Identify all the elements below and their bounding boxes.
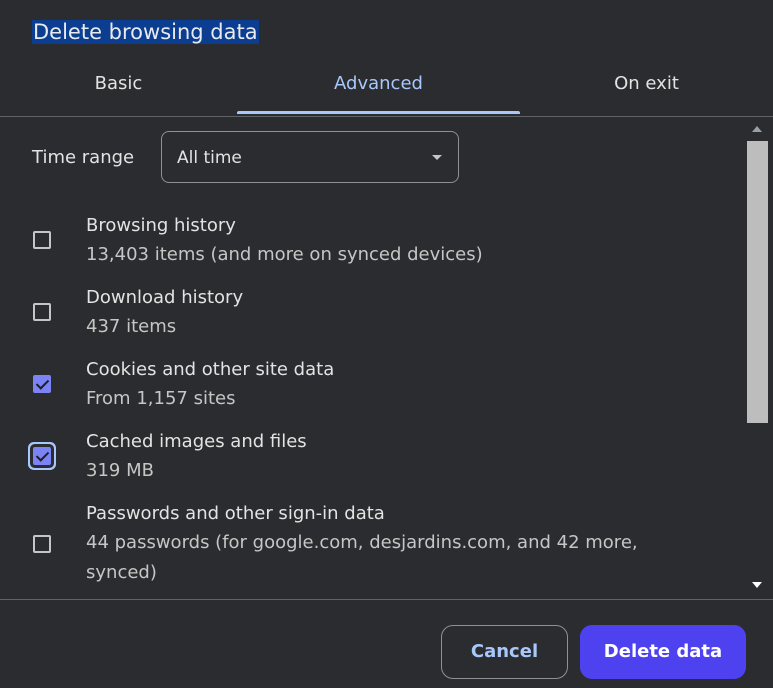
option-title: Cached images and files bbox=[86, 431, 307, 452]
time-range-value: All time bbox=[177, 148, 242, 168]
checkbox-cookies[interactable] bbox=[33, 375, 51, 393]
checkbox-passwords[interactable] bbox=[33, 535, 51, 553]
delete-data-button[interactable]: Delete data bbox=[580, 625, 746, 679]
option-title: Passwords and other sign-in data bbox=[86, 503, 385, 524]
options-panel: Time range All time Browsing history 13,… bbox=[0, 117, 773, 599]
delete-browsing-data-dialog: Delete browsing data Basic Advanced On e… bbox=[0, 0, 773, 687]
tab-on-exit[interactable]: On exit bbox=[520, 62, 773, 115]
option-cookies[interactable]: Cookies and other site data From 1,157 s… bbox=[0, 354, 740, 416]
option-title: Download history bbox=[86, 287, 244, 308]
option-subtitle: 437 items bbox=[86, 316, 177, 337]
option-title: Cookies and other site data bbox=[86, 359, 335, 380]
checkbox-browsing-history[interactable] bbox=[33, 231, 51, 249]
option-passwords[interactable]: Passwords and other sign-in data 44 pass… bbox=[0, 498, 740, 590]
active-tab-indicator bbox=[237, 111, 520, 114]
option-cached-images[interactable]: Cached images and files 319 MB bbox=[0, 426, 740, 488]
tab-bar: Basic Advanced On exit bbox=[0, 62, 773, 117]
dialog-footer: Cancel Delete data bbox=[0, 599, 773, 688]
scrollbar[interactable] bbox=[746, 117, 769, 599]
option-subtitle: 44 passwords (for google.com, desjardins… bbox=[86, 532, 638, 583]
dialog-title: Delete browsing data bbox=[32, 18, 259, 47]
time-range-select[interactable]: All time bbox=[161, 131, 459, 183]
tab-advanced[interactable]: Advanced bbox=[237, 62, 520, 115]
time-range-label: Time range bbox=[32, 147, 135, 168]
option-title: Browsing history bbox=[86, 215, 236, 236]
tab-basic[interactable]: Basic bbox=[0, 62, 237, 115]
option-subtitle: 319 MB bbox=[86, 460, 154, 481]
scrollbar-thumb[interactable] bbox=[747, 141, 768, 423]
dropdown-arrow-icon bbox=[432, 155, 442, 160]
option-subtitle: From 1,157 sites bbox=[86, 388, 236, 409]
option-subtitle: 13,403 items (and more on synced devices… bbox=[86, 244, 483, 265]
scroll-up-arrow-icon[interactable] bbox=[752, 126, 762, 132]
option-download-history[interactable]: Download history 437 items bbox=[0, 282, 740, 344]
dialog-title-text: Delete browsing data bbox=[32, 20, 259, 44]
cancel-button[interactable]: Cancel bbox=[441, 625, 568, 679]
checkbox-download-history[interactable] bbox=[33, 303, 51, 321]
checkbox-cached-images[interactable] bbox=[33, 447, 51, 465]
scroll-down-arrow-icon[interactable] bbox=[752, 582, 762, 588]
option-browsing-history[interactable]: Browsing history 13,403 items (and more … bbox=[0, 210, 740, 272]
